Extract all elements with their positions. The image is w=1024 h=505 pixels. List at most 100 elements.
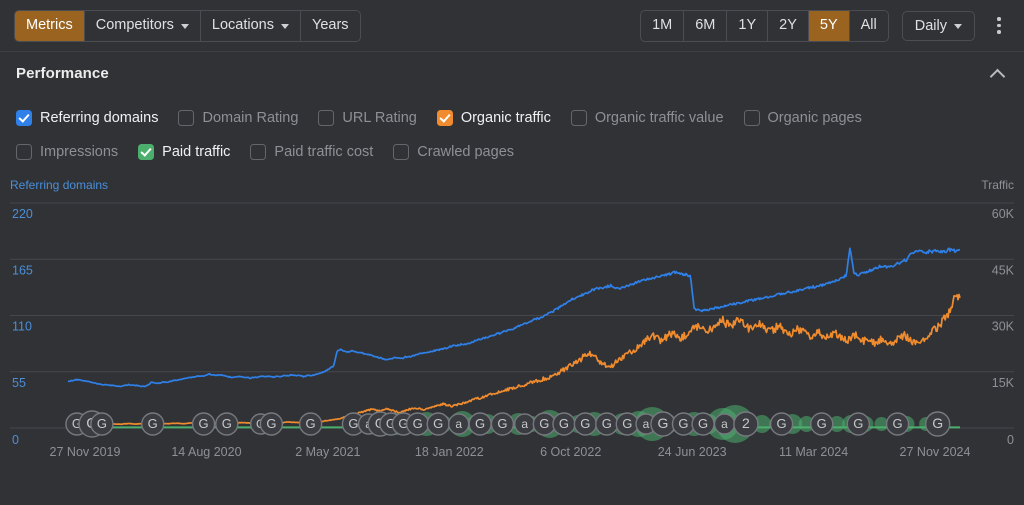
event-marker-glyph: a <box>643 417 650 431</box>
metric-impressions[interactable]: Impressions <box>16 144 118 160</box>
more-options-icon[interactable] <box>988 11 1010 41</box>
event-marker-glyph: a <box>721 417 728 431</box>
metric-paid-traffic[interactable]: Paid traffic <box>138 144 230 160</box>
event-marker-glyph: G <box>580 416 590 431</box>
section-header: Performance <box>0 51 1024 95</box>
metric-row-1: Referring domains Domain Rating URL Rati… <box>16 101 1008 135</box>
checkbox-organic-traffic-value[interactable] <box>570 110 587 126</box>
x-axis-tick: 2 May 2021 <box>295 445 360 459</box>
right-axis-tick: 45K <box>992 263 1015 277</box>
event-marker-glyph: G <box>475 416 485 431</box>
tab-locations-label: Locations <box>211 17 274 34</box>
checkbox-domain-rating[interactable] <box>178 110 195 126</box>
event-marker-glyph: G <box>602 416 612 431</box>
event-marker-glyph: G <box>932 415 943 431</box>
event-marker-glyph: G <box>306 416 316 431</box>
metric-organic-traffic-label: Organic traffic <box>460 110 551 126</box>
performance-chart-svg[interactable]: Referring domains Traffic 0 0 55 15K 110 30K 165… <box>0 175 1024 495</box>
granularity-dropdown[interactable]: Daily <box>901 10 975 41</box>
range-1y-label: 1Y <box>738 17 757 34</box>
metric-url-rating[interactable]: URL Rating <box>318 110 417 126</box>
view-tabs: Metrics Competitors Locations Years <box>14 9 361 42</box>
checkbox-crawled-pages[interactable] <box>393 144 410 160</box>
granularity-label: Daily <box>914 17 947 34</box>
event-marker-glyph: G <box>199 416 209 431</box>
metric-crawled-pages[interactable]: Crawled pages <box>393 144 514 160</box>
chevron-down-icon <box>954 23 962 29</box>
event-marker-glyph: G <box>497 416 507 431</box>
range-1m[interactable]: 1M <box>641 10 685 41</box>
metric-url-rating-label: URL Rating <box>342 110 417 126</box>
event-marker-glyph: G <box>433 416 443 431</box>
metric-paid-traffic-cost[interactable]: Paid traffic cost <box>250 144 373 160</box>
right-axis-tick: 60K <box>992 207 1015 221</box>
range-6m[interactable]: 6M <box>684 10 728 41</box>
metric-organic-pages-label: Organic pages <box>767 110 862 126</box>
top-toolbar: Metrics Competitors Locations Years 1M 6… <box>0 0 1024 51</box>
checkbox-organic-traffic[interactable] <box>436 110 453 126</box>
checkbox-url-rating[interactable] <box>318 110 335 126</box>
event-marker-glyph: G <box>777 416 787 431</box>
event-marker-glyph: G <box>266 416 276 431</box>
event-marker-glyph: G <box>222 416 232 431</box>
x-axis-tick: 18 Jan 2022 <box>415 445 484 459</box>
series-organic-traffic[interactable] <box>67 293 961 426</box>
event-markers: GGGGGGGGGGaGGGGGaGGaGGGGGaGGGa2GGGGG <box>65 410 951 438</box>
left-axis-tick: 0 <box>12 433 19 447</box>
metric-domain-rating[interactable]: Domain Rating <box>178 110 298 126</box>
event-marker-glyph: G <box>892 416 902 431</box>
right-axis-tick: 0 <box>1007 433 1014 447</box>
range-all-label: All <box>860 17 877 34</box>
chevron-up-icon[interactable] <box>988 64 1008 84</box>
series-referring-domains[interactable] <box>67 247 961 388</box>
checkbox-paid-traffic[interactable] <box>138 144 155 160</box>
event-marker-glyph: a <box>521 417 528 431</box>
metric-paid-traffic-label: Paid traffic <box>162 144 231 160</box>
metric-organic-traffic-value-label: Organic traffic value <box>594 110 724 126</box>
event-marker-glyph: a <box>455 417 462 431</box>
metric-organic-pages[interactable]: Organic pages <box>743 110 862 126</box>
event-marker-glyph: G <box>817 416 827 431</box>
event-marker-glyph: G <box>413 416 423 431</box>
tab-metrics-label: Metrics <box>26 17 73 34</box>
event-marker-glyph: G <box>348 416 358 431</box>
checkbox-impressions[interactable] <box>16 144 32 160</box>
metric-impressions-label: Impressions <box>40 144 119 160</box>
tab-years[interactable]: Years <box>301 11 360 41</box>
right-axis-tick: 30K <box>992 320 1015 334</box>
event-marker-glyph: 2 <box>742 415 750 431</box>
tab-locations[interactable]: Locations <box>201 10 301 41</box>
tab-competitors[interactable]: Competitors <box>85 10 201 41</box>
event-marker-glyph: G <box>678 416 688 431</box>
range-1m-label: 1M <box>652 17 673 34</box>
metric-row-2: Impressions Paid traffic Paid traffic co… <box>16 135 1008 169</box>
x-axis-tick: 14 Aug 2020 <box>171 445 241 459</box>
range-5y[interactable]: 5Y <box>808 10 850 41</box>
event-marker-glyph: G <box>97 416 107 431</box>
x-axis-tick: 24 Jun 2023 <box>658 445 727 459</box>
metric-paid-traffic-cost-label: Paid traffic cost <box>274 144 374 160</box>
range-all[interactable]: All <box>850 11 888 41</box>
chevron-down-icon <box>180 23 189 29</box>
metric-organic-traffic[interactable]: Organic traffic <box>436 110 551 126</box>
metric-toggles: Referring domains Domain Rating URL Rati… <box>0 95 1024 171</box>
metric-referring-domains[interactable]: Referring domains <box>16 110 158 126</box>
x-axis-tick: 27 Nov 2019 <box>50 445 121 459</box>
metric-crawled-pages-label: Crawled pages <box>417 144 515 160</box>
checkbox-paid-traffic-cost[interactable] <box>250 144 267 160</box>
event-marker-glyph: G <box>698 416 708 431</box>
checkbox-organic-pages[interactable] <box>743 110 760 126</box>
x-axis-tick: 27 Nov 2024 <box>900 445 971 459</box>
performance-chart[interactable]: Referring domains Traffic 0 0 55 15K 110 30K 165… <box>0 175 1024 505</box>
checkbox-referring-domains[interactable] <box>16 110 32 126</box>
left-axis-caption: Referring domains <box>10 178 108 192</box>
left-axis-tick: 110 <box>12 320 32 334</box>
event-marker-glyph: G <box>658 415 669 431</box>
tab-competitors-label: Competitors <box>95 17 174 34</box>
date-range-selector: 1M 6M 1Y 2Y 5Y All <box>640 9 889 42</box>
range-1y[interactable]: 1Y <box>727 10 769 41</box>
event-marker-glyph: G <box>622 416 632 431</box>
tab-metrics[interactable]: Metrics <box>15 10 85 41</box>
range-2y[interactable]: 2Y <box>768 10 809 41</box>
metric-organic-traffic-value[interactable]: Organic traffic value <box>570 110 724 126</box>
